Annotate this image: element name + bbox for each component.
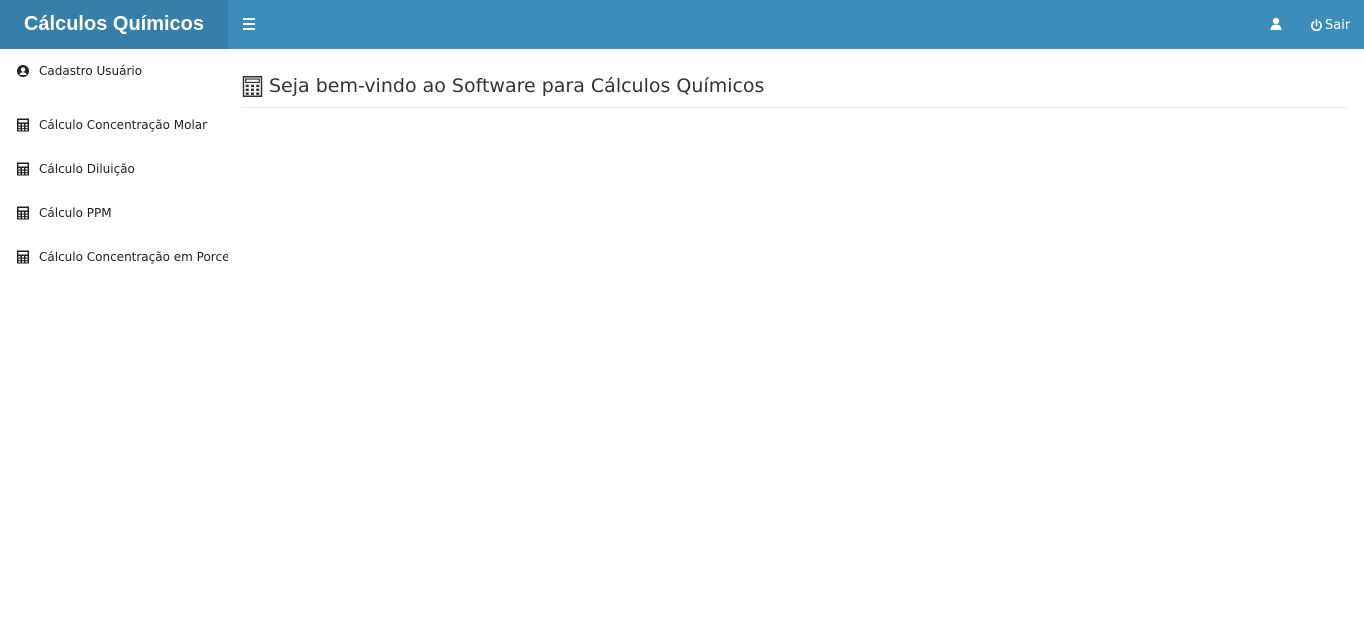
- app-brand[interactable]: Cálculos Químicos: [0, 0, 228, 49]
- calculator-icon: [17, 162, 29, 176]
- sidebar-item-label: Cálculo Diluição: [39, 162, 135, 176]
- logout-button[interactable]: Sair: [1310, 15, 1350, 35]
- sidebar-item-label: Cadastro Usuário: [39, 64, 143, 78]
- content-header: Seja bem-vindo ao Software para Cálculos…: [242, 72, 1348, 108]
- sidebar-item-ppm[interactable]: Cálculo PPM: [0, 199, 228, 227]
- sidebar-item-cadastro-usuario[interactable]: Cadastro Usuário: [0, 57, 228, 85]
- calculator-icon: [17, 206, 29, 220]
- sidebar-item-concentracao-porcentagem[interactable]: Cálculo Concentração em Porcentagem: [0, 243, 228, 271]
- sidebar-item-diluicao[interactable]: Cálculo Diluição: [0, 155, 228, 183]
- top-navbar: Cálculos Químicos Sair: [0, 0, 1364, 49]
- logout-label: Sair: [1325, 17, 1351, 33]
- bars-icon[interactable]: [240, 15, 258, 33]
- page-title: Seja bem-vindo ao Software para Cálculos…: [269, 75, 765, 97]
- sidebar-item-label: Cálculo Concentração em Porcentagem: [39, 250, 228, 264]
- sidebar-item-label: Cálculo PPM: [39, 206, 112, 220]
- calculator-icon: [242, 76, 263, 97]
- sidebar-item-concentracao-molar[interactable]: Cálculo Concentração Molar: [0, 111, 228, 139]
- user-icon[interactable]: [1268, 16, 1284, 32]
- power-icon: [1311, 18, 1322, 31]
- calculator-icon: [17, 118, 29, 132]
- sidebar-item-label: Cálculo Concentração Molar: [39, 118, 208, 132]
- user-circle-icon: [17, 65, 29, 77]
- calculator-icon: [17, 250, 29, 264]
- sidebar: Cadastro Usuário Cálculo Concentração Mo…: [0, 49, 228, 638]
